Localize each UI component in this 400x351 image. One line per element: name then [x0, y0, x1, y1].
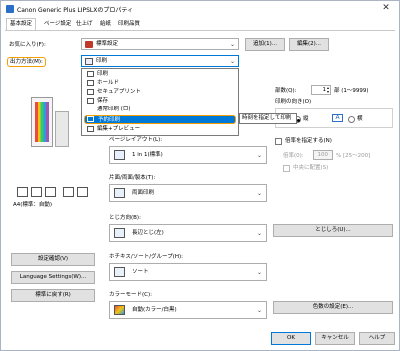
restore-defaults-button[interactable]: 標準に戻す(R) [11, 289, 95, 302]
favorites-select[interactable]: 標準設定 ⌄ [81, 38, 239, 50]
binding-select[interactable]: 長辺とじ(左) ⌄ [109, 224, 267, 242]
portrait-label: 縦 [303, 116, 309, 122]
layout-page-icon [114, 150, 125, 160]
tab-page-setup[interactable]: ページ設定 [41, 19, 74, 30]
color-mode-icon [114, 305, 125, 315]
binding-icon[interactable] [63, 187, 74, 197]
chevron-down-icon: ⌄ [256, 190, 262, 197]
landscape-radio[interactable] [348, 116, 355, 123]
preview-image [35, 102, 49, 142]
sort-icon [114, 267, 125, 277]
chevron-down-icon: ⌄ [256, 269, 262, 276]
chevron-down-icon: ⌄ [256, 230, 262, 237]
margin-button[interactable]: とじしろ(U)... [273, 224, 393, 237]
copies-unit: 部 (1〜9999) [334, 88, 369, 94]
copies-input[interactable]: 1 ▴ ▾ [311, 85, 331, 95]
preview-tray-icon [55, 111, 69, 147]
binding-value: 長辺とじ(左) [132, 230, 164, 236]
title-bar: Canon Generic Plus LIPSLXのプロパティ ✕ [2, 2, 398, 16]
save-icon [87, 98, 94, 104]
favorites-value: 標準設定 [96, 41, 119, 47]
zoom-value: 100 [317, 152, 329, 158]
ok-button[interactable]: OK [271, 332, 311, 345]
zoom-input[interactable]: 100 [313, 150, 333, 160]
scaling-label: 倍率を指定する(N) [285, 138, 332, 144]
favorite-star-icon [85, 41, 93, 48]
staple-select[interactable]: ソート ⌄ [109, 263, 267, 281]
color-mode-label: カラーモード(C): [109, 292, 152, 298]
color-count-button[interactable]: 色数の設定(E)... [273, 301, 393, 314]
tooltip: 時刻を指定して印刷 [239, 113, 297, 124]
dropdown-item-edit-preview[interactable]: 編集+プレビュー [84, 125, 236, 134]
chevron-down-icon: ⌄ [256, 307, 262, 314]
duplex-page-icon [114, 188, 125, 198]
close-icon[interactable]: ✕ [380, 3, 392, 14]
favorites-label: お気に入り(F): [9, 42, 46, 48]
staple-icon[interactable] [45, 187, 56, 197]
copies-spinner[interactable]: ▴ ▾ [327, 86, 330, 94]
tab-paper-source[interactable]: 給紙 [97, 19, 114, 30]
staple-value: ソート [132, 269, 149, 275]
hold-icon [87, 80, 94, 86]
output-method-dropdown: 印刷 ホールド セキュアプリント 保存 通常印刷 (ロ) 予約印刷 編集+プレビ… [81, 68, 239, 136]
lock-icon [87, 89, 94, 95]
tab-quality[interactable]: 印刷品質 [115, 19, 143, 30]
color-mode-select[interactable]: 自動(カラー/白黒) ⌄ [109, 301, 267, 319]
chevron-down-icon: ⌄ [256, 152, 262, 159]
window-title: Canon Generic Plus LIPSLXのプロパティ [17, 7, 133, 14]
paper-info: A4(標準：自動) [13, 202, 53, 208]
output-method-value: 印刷 [96, 58, 108, 64]
output-method-label: 出力方法(M): [7, 57, 46, 67]
duplex-value: 両面印刷 [132, 190, 155, 196]
duplex-label: 片面/両面/製本(T): [109, 175, 156, 181]
help-button[interactable]: ヘルプ [359, 332, 395, 345]
tab-divider [5, 30, 395, 31]
page-layout-value: 1 in 1(標準) [132, 152, 163, 158]
dropdown-item-hold[interactable]: ホールド [84, 79, 236, 88]
duplex-icon[interactable] [31, 187, 42, 197]
landscape-label: 横 [357, 116, 363, 122]
favorites-add-button[interactable]: 追加(1)... [245, 38, 285, 51]
dropdown-item-normal[interactable]: 通常印刷 (ロ) [84, 106, 236, 112]
copies-value: 1 [322, 87, 327, 93]
confirm-settings-button[interactable]: 設定確認(V) [11, 253, 95, 266]
layout-icon[interactable] [17, 187, 28, 197]
center-checkbox[interactable] [283, 165, 290, 172]
page-layout-label: ページレイアウト(L): [109, 137, 163, 143]
preview-icon [87, 126, 94, 132]
favorites-edit-button[interactable]: 編集(2)... [289, 38, 329, 51]
orientation-label: 印刷の向き(O) [275, 99, 312, 105]
page-preview [31, 97, 53, 147]
chevron-down-icon: ⌄ [229, 41, 235, 48]
properties-window: Canon Generic Plus LIPSLXのプロパティ ✕ 基本設定 ペ… [0, 0, 400, 351]
clock-icon [87, 116, 94, 122]
landscape-icon: A [332, 114, 343, 122]
dropdown-item-scheduled-print[interactable]: 予約印刷 [84, 115, 236, 124]
dropdown-item-print[interactable]: 印刷 [84, 70, 236, 79]
center-label: 中央に配置(S) [293, 165, 329, 171]
dropdown-item-store[interactable]: 保存 [84, 97, 236, 106]
binding-label: とじ方向(B): [109, 215, 141, 221]
chevron-down-icon: ⌄ [229, 58, 235, 65]
copies-label: 部数(Q): [275, 88, 297, 94]
scaling-checkbox[interactable] [275, 138, 282, 145]
print-icon [85, 58, 93, 65]
color-icon[interactable] [77, 187, 88, 197]
print-icon [87, 71, 94, 77]
language-settings-button[interactable]: Language Settings(W)... [11, 271, 95, 284]
binding-page-icon [114, 228, 125, 238]
printer-icon [6, 5, 14, 13]
zoom-label: 倍率(0): [283, 153, 304, 159]
zoom-unit: % [25〜200] [336, 153, 371, 159]
staple-label: ホチキス/ソート/グループ(H): [109, 254, 183, 260]
cancel-button[interactable]: キャンセル [315, 332, 355, 345]
page-layout-select[interactable]: 1 in 1(標準) ⌄ [109, 146, 267, 164]
tab-finishing[interactable]: 仕上げ [73, 19, 96, 30]
output-method-select[interactable]: 印刷 ⌄ [81, 55, 239, 67]
duplex-select[interactable]: 両面印刷 ⌄ [109, 184, 267, 202]
dropdown-item-secure-print[interactable]: セキュアプリント [84, 88, 236, 97]
color-mode-value: 自動(カラー/白黒) [132, 307, 177, 313]
